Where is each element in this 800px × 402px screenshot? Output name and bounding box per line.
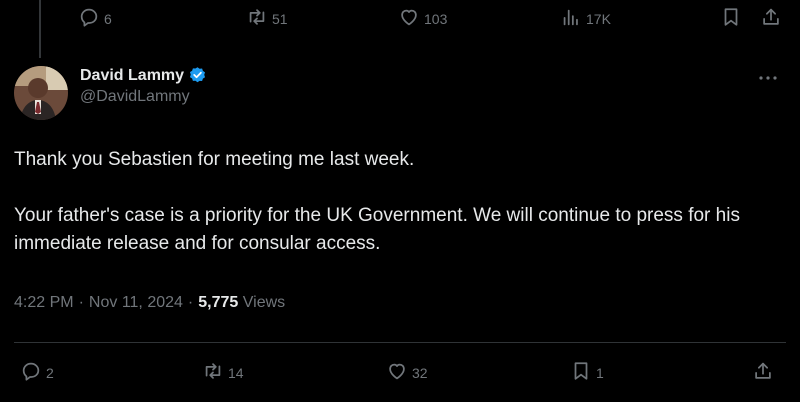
meta-separator: · [78,294,84,311]
like-button[interactable]: 32 [386,358,428,388]
author-display-name[interactable]: David Lammy [80,67,184,85]
like-count: 32 [412,365,428,381]
more-icon [756,76,780,94]
author-name-block: David Lammy @DavidLammy [80,66,207,106]
parent-reply-count: 6 [104,11,112,27]
tweet-meta: 4:22 PM · Nov 11, 2024 · 5,775 Views [14,294,285,312]
bookmark-button[interactable]: 1 [570,358,604,388]
repost-icon [246,6,268,32]
parent-like-button[interactable]: 103 [398,4,447,34]
views-summary[interactable]: 5,775 Views [198,294,285,312]
heart-icon [386,360,408,386]
parent-repost-count: 51 [272,11,288,27]
tweet-text: Thank you Sebastien for meeting me last … [14,146,784,258]
share-button[interactable] [752,358,774,388]
parent-views-count: 17K [586,11,611,27]
parent-like-count: 103 [424,11,448,27]
parent-views-button[interactable]: 17K [560,4,611,34]
author-avatar[interactable] [14,66,68,120]
reply-button[interactable]: 2 [20,358,54,388]
tweet-actions: 2 14 32 1 [0,358,800,388]
parent-reply-button[interactable]: 6 [78,4,112,34]
views-icon [560,6,582,32]
tweet-time[interactable]: 4:22 PM [14,294,74,312]
bookmark-count: 1 [596,365,604,381]
more-options-button[interactable] [756,66,780,90]
parent-repost-button[interactable]: 51 [246,4,288,34]
views-label: Views [242,294,286,311]
repost-icon [202,360,224,386]
meta-separator: · [187,294,194,311]
heart-icon [398,6,420,32]
share-icon [760,6,782,32]
parent-tweet-actions: 6 51 103 17K [0,4,800,34]
parent-share-button[interactable] [760,4,782,34]
tweet-paragraph: Your father's case is a priority for the… [14,205,740,254]
tweet-paragraph: Thank you Sebastien for meeting me last … [14,149,415,170]
views-count: 5,775 [198,294,239,311]
parent-bookmark-button[interactable] [720,4,742,34]
bookmark-icon [570,360,592,386]
divider [14,342,786,343]
reply-icon [78,6,100,32]
reply-count: 2 [46,365,54,381]
repost-count: 14 [228,365,244,381]
verified-badge-icon [188,66,207,85]
bookmark-icon [720,6,742,32]
reply-icon [20,360,42,386]
tweet-date[interactable]: Nov 11, 2024 [89,294,183,312]
share-icon [752,360,774,386]
repost-button[interactable]: 14 [202,358,244,388]
author-handle[interactable]: @DavidLammy [80,88,207,106]
